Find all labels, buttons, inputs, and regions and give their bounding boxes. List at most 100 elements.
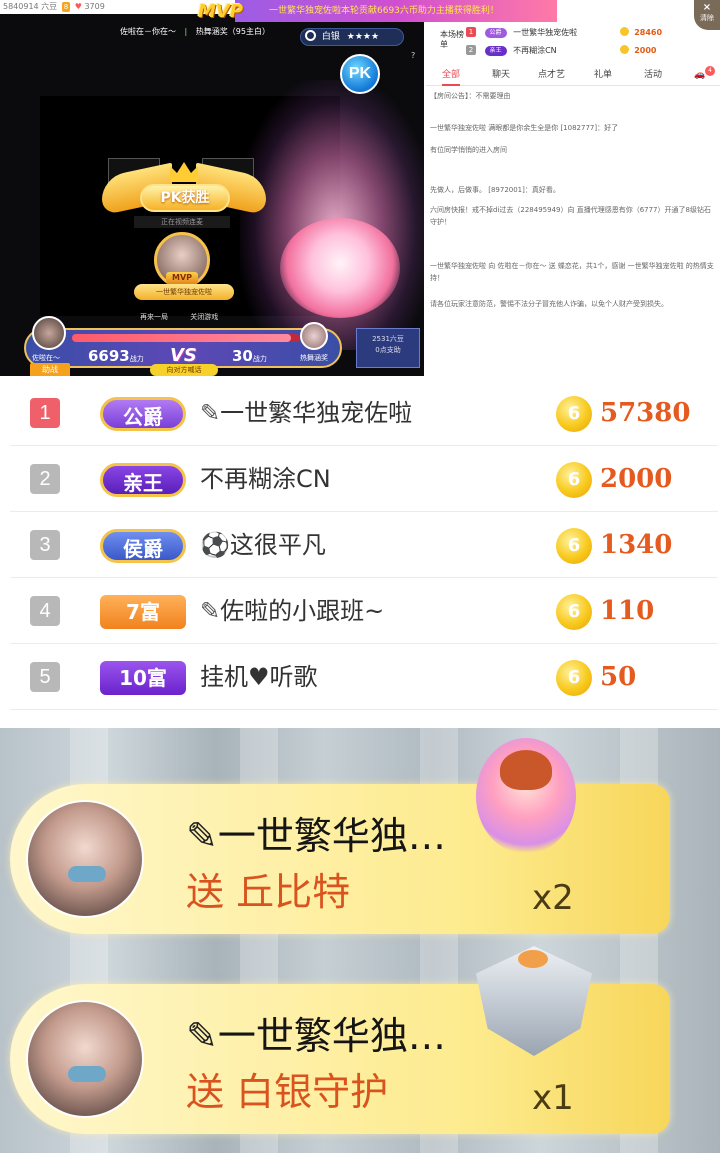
user-name: 挂机♥听歌 — [200, 663, 318, 691]
contribution-value: 1340 — [600, 530, 673, 560]
rank-stars: ★★★★ — [346, 32, 380, 42]
session-rank-num: 1 — [466, 27, 476, 37]
pk-left-name: 佐啦在－你在～ — [120, 27, 176, 36]
pk-names: 佐啦在－你在～ | 热舞涵奖（95主白） — [120, 26, 270, 37]
leaderboard-row[interactable]: 4 7富 ✎佐啦的小跟班~ 6 110 — [10, 578, 718, 644]
left-anchor-avatar[interactable] — [32, 316, 66, 350]
video-stream: 5840914 六豆 8 ♥ 3709 佐啦在－你在～ | 热舞涵奖（95主白）… — [0, 0, 424, 376]
chat-line: 有位同学悄悄的进入房间 — [430, 146, 507, 154]
sender-avatar[interactable] — [26, 1000, 144, 1118]
leaderboard-row[interactable]: 3 侯爵 ⚽这很平凡 6 1340 — [10, 512, 718, 578]
rank-number: 1 — [30, 398, 60, 428]
coin-icon: 6 — [556, 528, 592, 564]
left-score-value: 6693 — [88, 347, 130, 365]
right-score-value: 30 — [232, 347, 253, 365]
session-rank-name: 一世繁华独宠佐啦 — [513, 28, 578, 37]
tab-gift-list[interactable]: 礼单 — [594, 66, 612, 86]
sender-name-text: 一世繁华独… — [217, 814, 446, 858]
coin-icon: 6 — [556, 396, 592, 432]
session-rank-num: 2 — [466, 45, 476, 55]
coin-icon — [619, 27, 629, 36]
user-name-text: 一世繁华独宠佐啦 — [220, 399, 413, 427]
gift-action: 送 丘比特 — [186, 870, 351, 914]
right-score-unit: 战力 — [252, 355, 267, 363]
tab-activity[interactable]: 活动 — [644, 66, 662, 86]
gift-notice-area: ✎一世繁华独… 送 丘比特 x2 ✎一世繁华独… 送 白银守护 x1 — [0, 728, 720, 1153]
chat-line: 六间房快报！戒不掉di过去（228495949）向 直播代理感恩有你（6777）… — [430, 206, 711, 226]
chat-line: 一世繁华独宠佐啦 满眼都是你余生全是你 [1082777]：好了 — [430, 124, 619, 132]
session-rank-label: 本场榜单 — [440, 30, 464, 49]
leaderboard-row[interactable]: 5 10富 挂机♥听歌 6 50 — [10, 644, 718, 710]
user-name: 不再糊涂CN — [200, 465, 331, 493]
right-anchor-avatar[interactable] — [300, 322, 328, 350]
pk-right-name: 热舞涵奖（95主白） — [195, 27, 270, 36]
tab-badge: 4 — [705, 66, 715, 76]
clear-button[interactable]: × 清除 — [694, 0, 720, 30]
session-rank-row[interactable]: 1 公爵 一世繁华独宠佐啦 28460 — [466, 26, 676, 40]
noble-badge: 亲王 — [100, 463, 186, 497]
feather-icon: ✎ — [186, 814, 218, 858]
wealth-badge: 10富 — [100, 661, 186, 695]
chat-line: 先做人，后做事。 [8972001]：真好看。 — [430, 186, 560, 194]
session-rank-row[interactable]: 2 亲王 不再糊涂CN 2000 — [466, 44, 676, 58]
chat-line: 一世繁华独宠佐啦 向 佐啦在－你在～ 送 蝶恋花，共1个，感谢 一世繁华独宠佐啦… — [430, 262, 714, 282]
sender-name: ✎一世繁华独… — [186, 1012, 446, 1060]
contribution-value: 2000 — [600, 464, 673, 494]
noble-badge: 公爵 — [100, 397, 186, 431]
sender-name-text: 一世繁华独… — [217, 1014, 446, 1058]
session-rank: 本场榜单 1 公爵 一世繁华独宠佐啦 28460 2 亲王 不再糊涂CN 200… — [436, 26, 676, 62]
tab-all[interactable]: 全部 — [442, 66, 461, 86]
chat-log: 【房间公告】：不需要理由 一世繁华独宠佐啦 满眼都是你余生全是你 [108277… — [430, 90, 716, 370]
replay-button[interactable]: 再来一局 — [140, 313, 168, 321]
gift-box-line2: 0点支助 — [375, 346, 401, 354]
pk-badge-icon[interactable]: PK — [340, 54, 380, 94]
feather-icon: ✎ — [200, 399, 221, 427]
help-icon[interactable]: ? — [411, 51, 415, 60]
gift-box-line1: 2531六豆 — [372, 335, 404, 343]
contribution-value: 110 — [600, 596, 655, 626]
gift-car-icon[interactable]: 🚗 — [694, 66, 705, 86]
leaderboard-row[interactable]: 2 亲王 不再糊涂CN 6 2000 — [10, 446, 718, 512]
rank-number: 5 — [30, 662, 60, 692]
shout-button[interactable]: 向对方喊话 — [150, 364, 218, 376]
rank-label: 白银 — [321, 32, 340, 42]
gift-count: x1 — [532, 1078, 574, 1118]
mvp-name: 一世繁华独宠佐啦 — [134, 284, 234, 300]
session-rank-value: 2000 — [634, 46, 657, 55]
room-id: 5840914 六豆 — [3, 2, 58, 11]
rank-ring-icon — [305, 30, 316, 41]
divider: | — [184, 27, 188, 36]
noble-badge: 侯爵 — [100, 529, 186, 563]
left-score: 6693战力 — [88, 347, 144, 365]
tab-talent[interactable]: 点才艺 — [538, 66, 565, 86]
right-anchor-name: 热舞涵奖 — [300, 354, 328, 362]
leaderboard-row[interactable]: 1 公爵 ✎一世繁华独宠佐啦 6 57380 — [10, 380, 718, 446]
close-icon: × — [702, 2, 712, 13]
coin-icon — [619, 45, 629, 54]
cupid-gift-icon — [476, 738, 576, 854]
pk-win-sub: 正在视频连麦 — [134, 216, 230, 228]
contribution-leaderboard: 1 公爵 ✎一世繁华独宠佐啦 6 57380 2 亲王 不再糊涂CN 6 200… — [0, 378, 720, 710]
fans-count: 3709 — [84, 2, 105, 11]
close-game-button[interactable]: 关闭游戏 — [190, 313, 218, 321]
rank-pill[interactable]: 白银 ★★★★ — [300, 28, 404, 46]
game-actions: 再来一局 关闭游戏 — [140, 312, 260, 322]
tab-chat[interactable]: 聊天 — [492, 66, 510, 86]
gift-action: 送 白银守护 — [186, 1070, 389, 1114]
pk-win-banner: PK获胜 — [140, 184, 230, 212]
vs-label: VS — [170, 345, 197, 366]
live-room-panel: 5840914 六豆 8 ♥ 3709 佐啦在－你在～ | 热舞涵奖（95主白）… — [0, 0, 720, 378]
coin-icon: 6 — [556, 462, 592, 498]
chat-tabs: 全部 聊天 点才艺 礼单 活动 🚗 — [426, 66, 720, 86]
sender-name: ✎一世繁华独… — [186, 812, 446, 860]
gift-box[interactable]: 2531六豆 0点支助 — [356, 328, 420, 368]
help-fight-button[interactable]: 助战 — [30, 363, 70, 376]
chat-line: 【房间公告】：不需要理由 — [430, 92, 511, 100]
sender-avatar[interactable] — [26, 800, 144, 918]
left-anchor-name: 佐啦在～ — [32, 354, 60, 362]
user-name: ✎佐啦的小跟班~ — [200, 594, 384, 628]
contribution-value: 57380 — [600, 398, 691, 428]
feather-icon: ✎ — [186, 1014, 218, 1058]
clear-label: 清除 — [700, 14, 714, 22]
level-badge: 8 — [61, 2, 71, 12]
